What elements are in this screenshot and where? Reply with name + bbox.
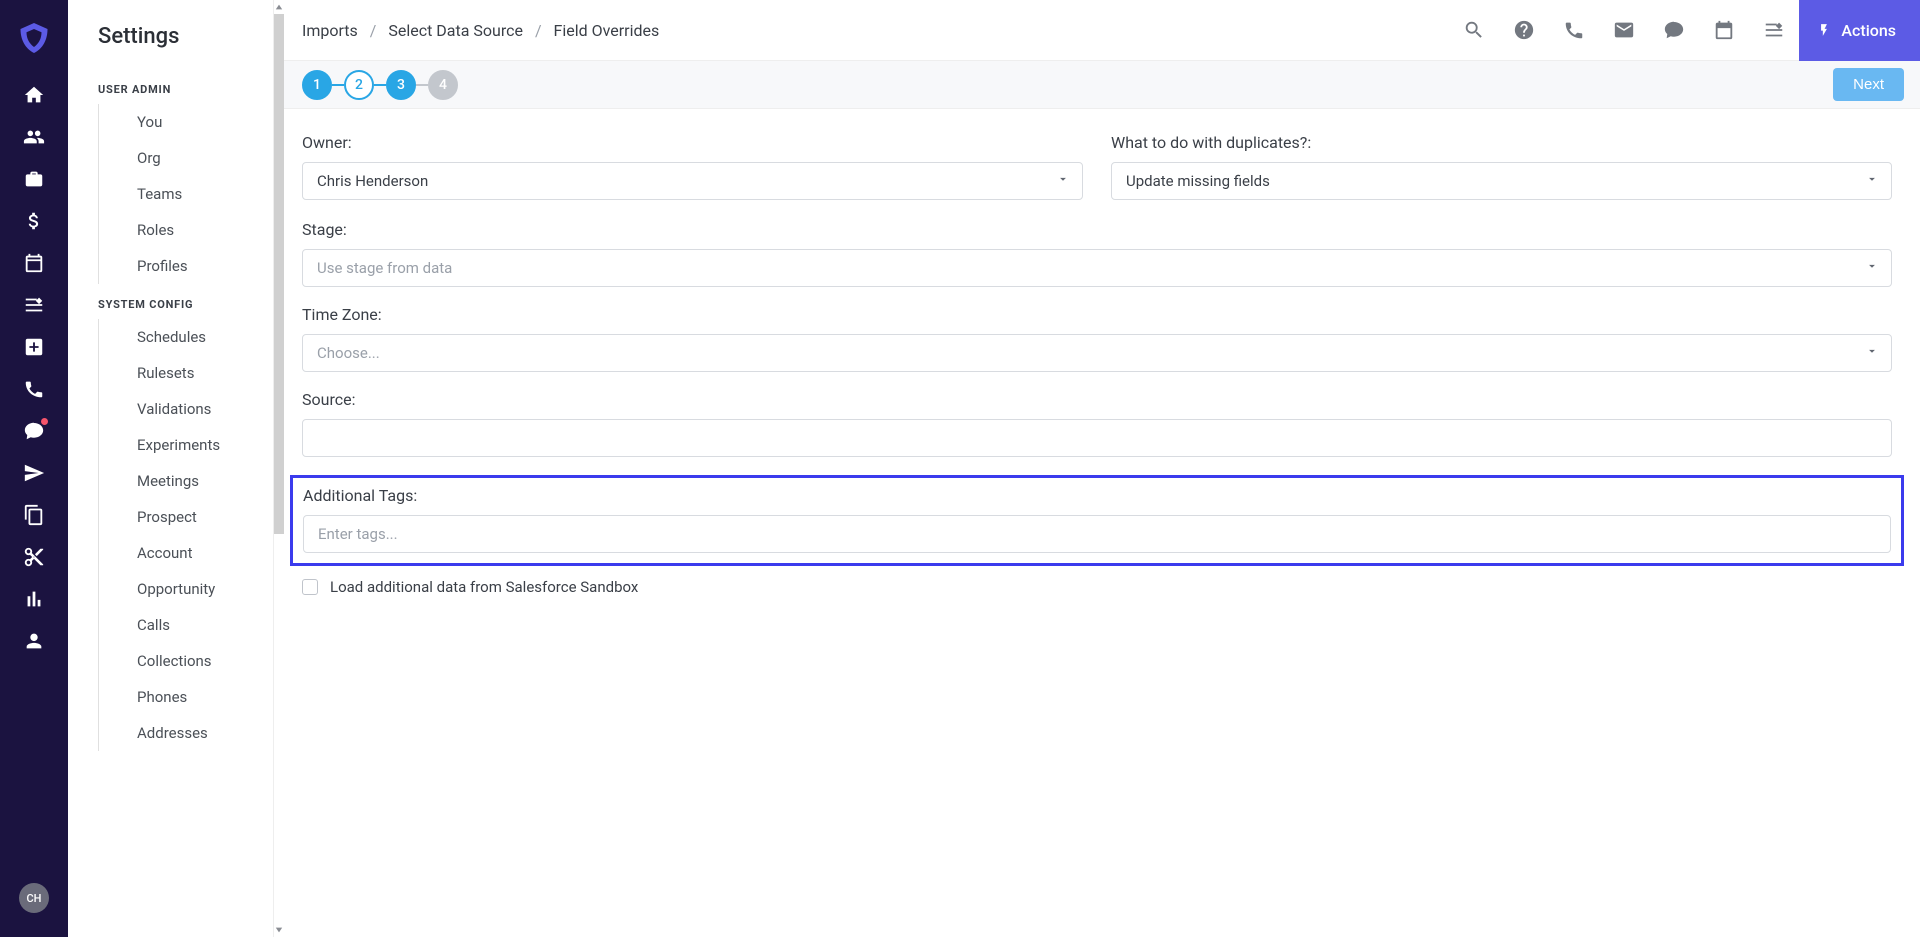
- tags-input[interactable]: [303, 515, 1891, 553]
- sidebar-item-account[interactable]: Account: [98, 535, 273, 571]
- nav-add-icon[interactable]: [14, 326, 54, 368]
- sidebar-item-phones[interactable]: Phones: [98, 679, 273, 715]
- stage-label: Stage:: [302, 220, 1892, 239]
- sidebar-item-you[interactable]: You: [98, 104, 273, 140]
- chevron-down-icon: [1865, 172, 1879, 190]
- calendar-icon[interactable]: [1699, 0, 1749, 61]
- sidebar-section-system-config: SYSTEM CONFIG: [68, 284, 273, 319]
- sidebar-title: Settings: [68, 20, 273, 69]
- tags-label: Additional Tags:: [303, 486, 1891, 505]
- sidebar-item-teams[interactable]: Teams: [98, 176, 273, 212]
- nav-people-icon[interactable]: [14, 116, 54, 158]
- app-logo[interactable]: [16, 20, 52, 56]
- help-icon[interactable]: [1499, 0, 1549, 61]
- sidebar-item-rulesets[interactable]: Rulesets: [98, 355, 273, 391]
- user-avatar[interactable]: CH: [19, 883, 49, 913]
- timezone-select[interactable]: Choose...: [302, 334, 1892, 372]
- breadcrumb-sep: /: [370, 21, 377, 40]
- nav-send-icon[interactable]: [14, 452, 54, 494]
- sidebar-item-calls[interactable]: Calls: [98, 607, 273, 643]
- sidebar-scrollbar[interactable]: [274, 0, 284, 937]
- nav-home-icon[interactable]: [14, 74, 54, 116]
- search-icon[interactable]: [1449, 0, 1499, 61]
- nav-calendar-icon[interactable]: [14, 242, 54, 284]
- step-1[interactable]: 1: [302, 70, 332, 100]
- owner-select[interactable]: Chris Henderson: [302, 162, 1083, 200]
- sidebar-section-user-admin: USER ADMIN: [68, 69, 273, 104]
- scroll-down-icon[interactable]: [274, 923, 284, 937]
- step-connector: [416, 84, 428, 86]
- form-area: Owner: Chris Henderson What to do with d…: [274, 109, 1920, 937]
- scroll-up-icon[interactable]: [274, 0, 284, 14]
- owner-value: Chris Henderson: [317, 172, 428, 190]
- sidebar-item-validations[interactable]: Validations: [98, 391, 273, 427]
- breadcrumb: Imports / Select Data Source / Field Ove…: [302, 21, 659, 40]
- nav-chart-icon[interactable]: [14, 578, 54, 620]
- duplicates-select[interactable]: Update missing fields: [1111, 162, 1892, 200]
- source-label: Source:: [302, 390, 1892, 409]
- duplicates-label: What to do with duplicates?:: [1111, 133, 1892, 152]
- salesforce-checkbox[interactable]: [302, 579, 318, 595]
- step-connector: [374, 84, 386, 86]
- actions-button[interactable]: Actions: [1799, 0, 1920, 61]
- tags-highlight: Additional Tags:: [290, 475, 1904, 566]
- chat-icon[interactable]: [1649, 0, 1699, 61]
- mail-icon[interactable]: [1599, 0, 1649, 61]
- nav-copy-icon[interactable]: [14, 494, 54, 536]
- timezone-placeholder: Choose...: [317, 344, 380, 362]
- salesforce-checkbox-label: Load additional data from Salesforce San…: [330, 578, 638, 596]
- sidebar-item-profiles[interactable]: Profiles: [98, 248, 273, 284]
- actions-label: Actions: [1841, 21, 1896, 40]
- sidebar-item-prospect[interactable]: Prospect: [98, 499, 273, 535]
- sidebar-item-addresses[interactable]: Addresses: [98, 715, 273, 751]
- bolt-icon: [1817, 23, 1831, 37]
- stepper-bar: 1 2 3 4 Next: [274, 61, 1920, 109]
- nav-rail: CH: [0, 0, 68, 937]
- step-4[interactable]: 4: [428, 70, 458, 100]
- timezone-label: Time Zone:: [302, 305, 1892, 324]
- nav-user-icon[interactable]: [14, 620, 54, 662]
- nav-chat-icon[interactable]: [14, 410, 54, 452]
- nav-phone-icon[interactable]: [14, 368, 54, 410]
- settings-sidebar: Settings USER ADMIN You Org Teams Roles …: [68, 0, 274, 937]
- duplicates-value: Update missing fields: [1126, 172, 1270, 190]
- topbar: Imports / Select Data Source / Field Ove…: [274, 0, 1920, 61]
- owner-label: Owner:: [302, 133, 1083, 152]
- chevron-down-icon: [1865, 344, 1879, 362]
- scrollbar-thumb[interactable]: [274, 14, 284, 534]
- sidebar-item-experiments[interactable]: Experiments: [98, 427, 273, 463]
- nav-briefcase-icon[interactable]: [14, 158, 54, 200]
- next-button[interactable]: Next: [1833, 68, 1904, 101]
- nav-cut-icon[interactable]: [14, 536, 54, 578]
- notification-dot-icon: [41, 418, 48, 425]
- tasks-icon[interactable]: [1749, 0, 1799, 61]
- breadcrumb-imports[interactable]: Imports: [302, 21, 358, 40]
- breadcrumb-sep: /: [535, 21, 542, 40]
- sidebar-item-schedules[interactable]: Schedules: [98, 319, 273, 355]
- phone-icon[interactable]: [1549, 0, 1599, 61]
- step-connector: [332, 84, 344, 86]
- source-input[interactable]: [302, 419, 1892, 457]
- step-2[interactable]: 2: [344, 70, 374, 100]
- chevron-down-icon: [1865, 259, 1879, 277]
- chevron-down-icon: [1056, 172, 1070, 190]
- breadcrumb-field-overrides[interactable]: Field Overrides: [554, 21, 660, 40]
- sidebar-item-collections[interactable]: Collections: [98, 643, 273, 679]
- stage-select[interactable]: Use stage from data: [302, 249, 1892, 287]
- breadcrumb-select-data-source[interactable]: Select Data Source: [388, 21, 523, 40]
- stage-placeholder: Use stage from data: [317, 259, 452, 277]
- sidebar-item-meetings[interactable]: Meetings: [98, 463, 273, 499]
- step-3[interactable]: 3: [386, 70, 416, 100]
- nav-dollar-icon[interactable]: [14, 200, 54, 242]
- sidebar-item-opportunity[interactable]: Opportunity: [98, 571, 273, 607]
- sidebar-item-roles[interactable]: Roles: [98, 212, 273, 248]
- sidebar-item-org[interactable]: Org: [98, 140, 273, 176]
- nav-tasks-icon[interactable]: [14, 284, 54, 326]
